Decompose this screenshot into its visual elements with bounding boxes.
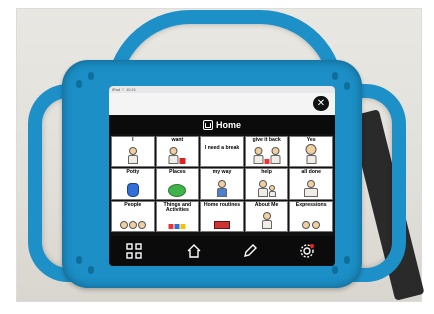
cell-label: About Me xyxy=(254,201,279,208)
yes-nod-icon xyxy=(305,144,317,165)
grid-cell[interactable]: Home routines xyxy=(200,200,244,232)
home-routines-icon xyxy=(213,221,230,229)
grid-cell[interactable]: give it back xyxy=(244,136,289,168)
case-hole xyxy=(332,72,338,80)
case-hole xyxy=(344,82,350,90)
cell-label: want xyxy=(171,137,184,143)
toys-icon xyxy=(168,224,186,229)
grid-cell[interactable]: Potty xyxy=(111,168,155,200)
cell-label: Places xyxy=(169,169,186,176)
grid-cell[interactable]: I need a break xyxy=(200,136,244,168)
cell-label: People xyxy=(124,201,142,208)
cell-label: help xyxy=(261,169,272,176)
case-hole xyxy=(88,266,94,274)
cell-label: my way xyxy=(212,169,232,176)
grid-cell[interactable]: People xyxy=(111,200,155,232)
cell-label: Home routines xyxy=(203,201,241,208)
grid-cell[interactable]: my way xyxy=(200,168,244,200)
cell-label: I need a break xyxy=(204,145,240,151)
backspace-x-icon[interactable]: ✕ xyxy=(313,96,329,111)
cell-label: Potty xyxy=(126,169,140,176)
help-icon xyxy=(257,179,276,197)
message-bar[interactable]: ✕ xyxy=(109,93,335,115)
give-back-icon xyxy=(253,147,281,165)
case-hole xyxy=(344,256,350,264)
cell-label: all done xyxy=(301,169,321,176)
home-outline-icon[interactable] xyxy=(186,243,202,259)
expressions-faces-icon xyxy=(302,221,321,229)
all-done-icon xyxy=(304,179,319,197)
grid-cell[interactable]: Things and Activities xyxy=(155,200,200,232)
bottom-toolbar xyxy=(109,236,335,266)
case-hole xyxy=(88,72,94,80)
pencil-icon[interactable] xyxy=(242,243,258,259)
grid-cell[interactable]: want xyxy=(155,136,200,168)
about-me-icon xyxy=(261,212,272,229)
symbol-grid: I want I need a break give it back Yes P… xyxy=(111,136,333,232)
grid-cell[interactable]: help xyxy=(244,168,289,200)
cell-label: Yes xyxy=(306,137,316,143)
case-hole xyxy=(76,256,82,264)
status-bar: iPad ⌔ 10:21 xyxy=(109,86,335,93)
page-title: Home xyxy=(215,120,241,130)
home-icon xyxy=(202,120,213,130)
cell-label: I xyxy=(132,137,134,143)
tablet-screen: iPad ⌔ 10:21 ✕ Home I want I need a brea… xyxy=(109,86,335,266)
grid-cell[interactable]: I xyxy=(111,136,155,168)
case-hole xyxy=(332,266,338,274)
person-reaching-icon xyxy=(168,147,186,165)
grid-cell[interactable]: Yes xyxy=(289,136,333,168)
grid-cell[interactable]: About Me xyxy=(244,200,289,232)
grid-cell[interactable]: Expressions xyxy=(289,200,333,232)
cell-label: give it back xyxy=(252,137,281,143)
page-title-bar: Home xyxy=(109,116,335,134)
grid-cell[interactable]: all done xyxy=(289,168,333,200)
toilet-icon xyxy=(126,182,139,197)
people-group-icon xyxy=(119,221,146,229)
grid-cell[interactable]: Places xyxy=(155,168,200,200)
gear-icon[interactable] xyxy=(299,243,315,259)
cell-label: Things and Activities xyxy=(163,201,192,214)
cell-label: Expressions xyxy=(295,201,327,208)
my-way-icon xyxy=(216,179,227,197)
person-pointing-self-icon xyxy=(127,147,138,165)
case-hole xyxy=(76,80,82,88)
places-icon xyxy=(168,183,187,197)
grid-apps-icon[interactable] xyxy=(126,243,142,259)
